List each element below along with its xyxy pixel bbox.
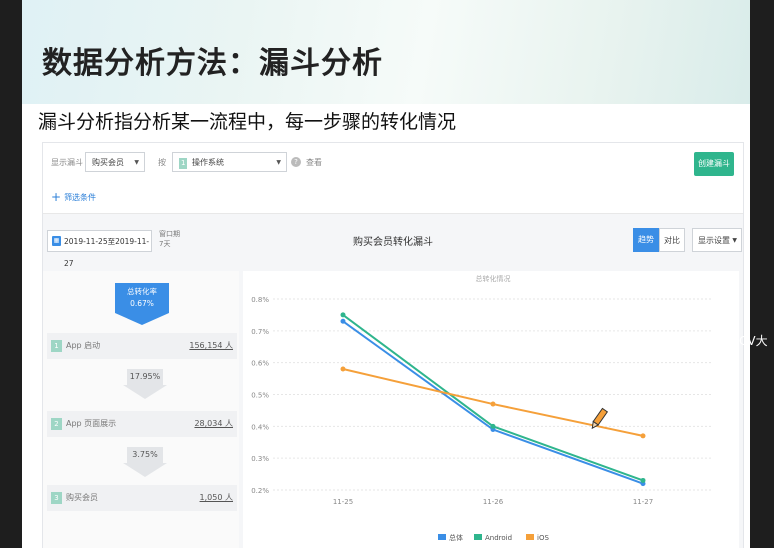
step-number: 3 bbox=[51, 492, 62, 504]
chevron-down-icon: ▼ bbox=[276, 159, 281, 166]
y-tick-label: 0.5% bbox=[251, 392, 269, 400]
funnel-steps-panel: 总转化率 0.67% 1 App 启动 156,154 人 17.95% 2 A… bbox=[43, 271, 239, 548]
y-tick-label: 0.4% bbox=[251, 423, 269, 431]
funnel-step[interactable]: 2 App 页面展示 28,034 人 bbox=[47, 411, 237, 437]
view-label: 查看 bbox=[306, 158, 322, 167]
step-name: App 页面展示 bbox=[66, 419, 117, 428]
x-tick-label: 11-27 bbox=[633, 498, 653, 506]
add-filter-label: 筛选条件 bbox=[64, 193, 97, 202]
conversion-chart-panel: 总转化情况 0.8% 0.7% 0.6% 0.5% 0.4% 0.3% 0.2% 11-25 11… bbox=[243, 271, 739, 548]
step-rate: 17.95% bbox=[127, 369, 163, 385]
tab-compare[interactable]: 对比 bbox=[659, 228, 685, 252]
help-icon[interactable]: ? bbox=[291, 157, 301, 167]
step-rate: 3.75% bbox=[127, 447, 163, 463]
watermark-text: CV大 bbox=[739, 334, 768, 348]
display-settings-label: 显示设置 bbox=[698, 236, 730, 245]
legend-swatch bbox=[526, 534, 534, 540]
legend-label: iOS bbox=[537, 534, 549, 542]
step-number: 1 bbox=[51, 340, 62, 352]
plus-icon: + bbox=[51, 190, 62, 204]
y-tick-label: 0.8% bbox=[251, 296, 269, 304]
slide-subtitle: 漏斗分析指分析某一流程中，每一步骤的转化情况 bbox=[38, 111, 457, 133]
chevron-down-icon: ▼ bbox=[134, 159, 139, 166]
step-number: 2 bbox=[51, 418, 62, 430]
total-conversion-arrow bbox=[115, 313, 169, 325]
step-name: App 启动 bbox=[66, 341, 101, 350]
data-point bbox=[640, 477, 646, 483]
y-tick-label: 0.3% bbox=[251, 455, 269, 463]
x-tick-label: 11-25 bbox=[333, 498, 353, 506]
step-name: 购买会员 bbox=[66, 493, 98, 502]
funnel-select-value: 购买会员 bbox=[92, 158, 124, 167]
step-conversion-arrow: 3.75% bbox=[123, 447, 167, 481]
data-point bbox=[340, 312, 346, 318]
step-value[interactable]: 156,154 人 bbox=[189, 333, 233, 359]
legend-label: Android bbox=[485, 534, 512, 542]
y-tick-label: 0.2% bbox=[251, 487, 269, 495]
chart-title: 总转化情况 bbox=[476, 274, 511, 283]
data-point bbox=[340, 366, 346, 372]
slide: 数据分析方法：漏斗分析 漏斗分析指分析某一流程中，每一步骤的转化情况 显示漏斗 … bbox=[22, 0, 750, 548]
display-settings-dropdown[interactable]: 显示设置 ▼ bbox=[692, 228, 742, 252]
funnel-step[interactable]: 3 购买会员 1,050 人 bbox=[47, 485, 237, 511]
total-rate-value: 0.67% bbox=[130, 299, 154, 308]
add-filter-button[interactable]: + 筛选条件 bbox=[51, 190, 96, 204]
step-conversion-arrow: 17.95% bbox=[123, 369, 167, 403]
data-point bbox=[490, 423, 496, 429]
conversion-line-chart: 总转化情况 0.8% 0.7% 0.6% 0.5% 0.4% 0.3% 0.2% 11-25 11… bbox=[251, 274, 713, 542]
chart-toolbar: ▦ 2019-11-25至2019-11-27 窗口期 7天 购买会员转化漏斗 … bbox=[43, 221, 743, 268]
series-line bbox=[342, 314, 644, 482]
funnel-select[interactable]: 购买会员 ▼ bbox=[85, 152, 145, 172]
down-arrow-icon bbox=[123, 463, 167, 477]
legend-swatch bbox=[474, 534, 482, 540]
total-conversion-badge: 总转化率 0.67% bbox=[115, 283, 169, 313]
analytics-app-screenshot: 显示漏斗 购买会员 ▼ 按 1 操作系统 ▼ ? 查看 创建漏斗 + 筛选条件 ▦… bbox=[42, 142, 744, 548]
legend-label: 总体 bbox=[449, 533, 463, 542]
dimension-select[interactable]: 1 操作系统 ▼ bbox=[172, 152, 287, 172]
step-value[interactable]: 28,034 人 bbox=[194, 411, 233, 437]
funnel-step[interactable]: 1 App 启动 156,154 人 bbox=[47, 333, 237, 359]
data-point bbox=[490, 401, 496, 407]
step-value[interactable]: 1,050 人 bbox=[200, 485, 233, 511]
chevron-down-icon: ▼ bbox=[732, 237, 737, 244]
total-rate-label: 总转化率 bbox=[127, 287, 157, 296]
create-funnel-button[interactable]: 创建漏斗 bbox=[694, 152, 734, 176]
tab-trend[interactable]: 趋势 bbox=[633, 228, 659, 252]
show-funnel-label: 显示漏斗 bbox=[51, 158, 83, 167]
funnel-toolbar: 显示漏斗 购买会员 ▼ 按 1 操作系统 ▼ ? 查看 创建漏斗 + 筛选条件 bbox=[43, 143, 743, 214]
by-label: 按 bbox=[158, 158, 166, 167]
data-point bbox=[340, 318, 346, 324]
dimension-tag: 1 bbox=[179, 158, 188, 169]
slide-title: 数据分析方法：漏斗分析 bbox=[42, 46, 383, 81]
y-tick-label: 0.6% bbox=[251, 360, 269, 368]
y-tick-label: 0.7% bbox=[251, 328, 269, 336]
x-tick-label: 11-26 bbox=[483, 498, 504, 506]
legend-swatch bbox=[438, 534, 446, 540]
data-point bbox=[640, 433, 646, 439]
dimension-select-value: 操作系统 bbox=[192, 158, 225, 167]
down-arrow-icon bbox=[123, 385, 167, 399]
